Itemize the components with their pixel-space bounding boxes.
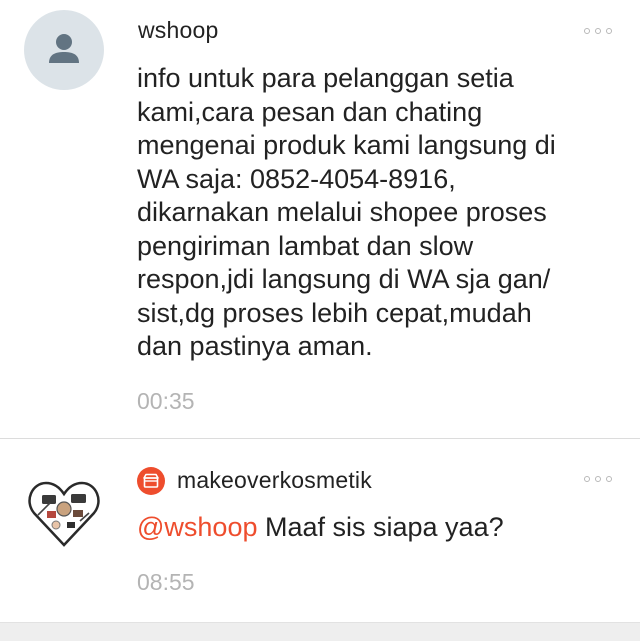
shop-badge	[137, 467, 165, 495]
default-user-icon	[49, 34, 79, 63]
shop-avatar[interactable]	[26, 475, 102, 551]
comment-item: makeoverkosmetik @wshoop Maaf sis siapa …	[0, 439, 640, 622]
user-avatar[interactable]	[24, 10, 104, 90]
comment-item: wshoop info untuk para pelanggan setia k…	[0, 0, 640, 438]
comment-username[interactable]: wshoop	[138, 17, 218, 44]
comment-text: @wshoop Maaf sis siapa yaa?	[137, 511, 607, 545]
more-options-icon[interactable]	[584, 475, 614, 485]
shop-icon	[143, 473, 159, 488]
comment-text: info untuk para pelanggan setia kami,car…	[137, 63, 556, 361]
comment-time: 08:55	[137, 569, 195, 595]
comment-time: 00:35	[137, 388, 195, 414]
comment-username[interactable]: makeoverkosmetik	[177, 467, 372, 494]
mention-link[interactable]: @wshoop	[137, 512, 257, 542]
bottom-bar	[0, 622, 640, 641]
more-options-icon[interactable]	[584, 27, 614, 37]
comment-text-body: Maaf sis siapa yaa?	[257, 512, 504, 542]
cosmetics-heart-avatar	[28, 481, 100, 547]
